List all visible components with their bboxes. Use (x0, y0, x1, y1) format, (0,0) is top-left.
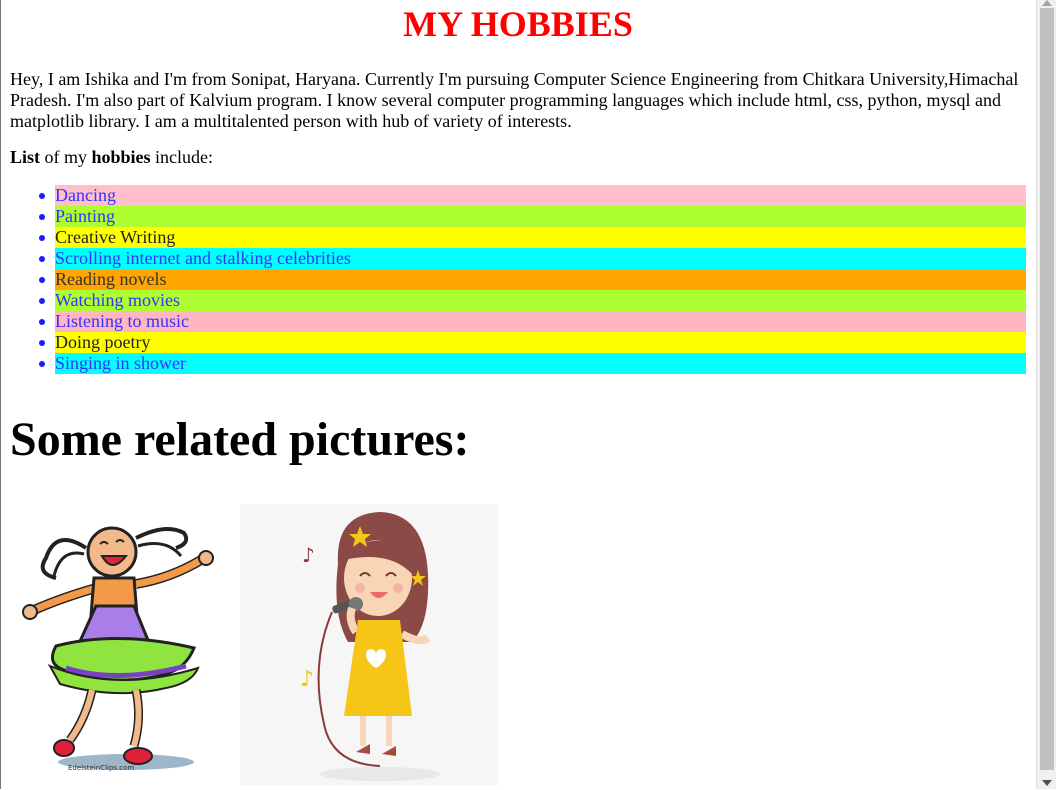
bullet-icon (39, 193, 45, 199)
list-item: Doing poetry (39, 332, 1026, 353)
hobby-label: Singing in shower (55, 353, 1026, 374)
picture-credit: EdelsteinClips.com (68, 764, 134, 772)
pictures-heading: Some related pictures: (10, 413, 470, 466)
bullet-icon (39, 319, 45, 325)
scrollbar-thumb[interactable] (1040, 8, 1054, 770)
list-intro-bold-list: List (10, 147, 41, 167)
hobby-label: Painting (55, 206, 1026, 227)
list-item: Reading novels (39, 269, 1026, 290)
hobby-label: Listening to music (55, 311, 1026, 332)
window-left-border (0, 0, 1, 789)
intro-paragraph: Hey, I am Ishika and I'm from Sonipat, H… (10, 69, 1019, 131)
vertical-scrollbar[interactable] (1036, 0, 1056, 789)
list-item: Painting (39, 206, 1026, 227)
bullet-icon (39, 256, 45, 262)
list-intro-text: of my (40, 147, 92, 167)
page-title: MY HOBBIES (403, 4, 633, 44)
list-item: Scrolling internet and stalking celebrit… (39, 248, 1026, 269)
hobby-label: Creative Writing (55, 227, 1026, 248)
list-intro-text-end: include: (150, 147, 214, 167)
hobby-label: Watching movies (55, 290, 1026, 311)
list-item: Singing in shower (39, 353, 1026, 374)
list-item: Dancing (39, 185, 1026, 206)
list-item: Watching movies (39, 290, 1026, 311)
scroll-up-arrow-icon[interactable] (1042, 0, 1052, 6)
singing-girl-image: ♪ ♪ (240, 504, 498, 785)
hobbies-list: Dancing Painting Creative Writing Scroll… (10, 185, 1026, 374)
hobby-label: Doing poetry (55, 332, 1026, 353)
hobby-label: Scrolling internet and stalking celebrit… (55, 248, 1026, 269)
scroll-down-arrow-icon[interactable] (1042, 780, 1052, 786)
bullet-icon (39, 235, 45, 241)
bullet-icon (39, 340, 45, 346)
page-content: MY HOBBIES Hey, I am Ishika and I'm from… (10, 0, 1026, 468)
bullet-icon (39, 298, 45, 304)
dancing-girl-image: EdelsteinClips.com (16, 518, 216, 774)
hobby-label: Dancing (55, 185, 1026, 206)
hobby-label: Reading novels (55, 269, 1026, 290)
svg-text:♪: ♪ (300, 667, 314, 692)
list-item: Listening to music (39, 311, 1026, 332)
svg-text:♪: ♪ (302, 543, 315, 567)
list-intro: List of my hobbies include: (10, 147, 1026, 168)
list-item: Creative Writing (39, 227, 1026, 248)
bullet-icon (39, 361, 45, 367)
bullet-icon (39, 214, 45, 220)
bullet-icon (39, 277, 45, 283)
list-intro-bold-hobbies: hobbies (91, 147, 151, 167)
